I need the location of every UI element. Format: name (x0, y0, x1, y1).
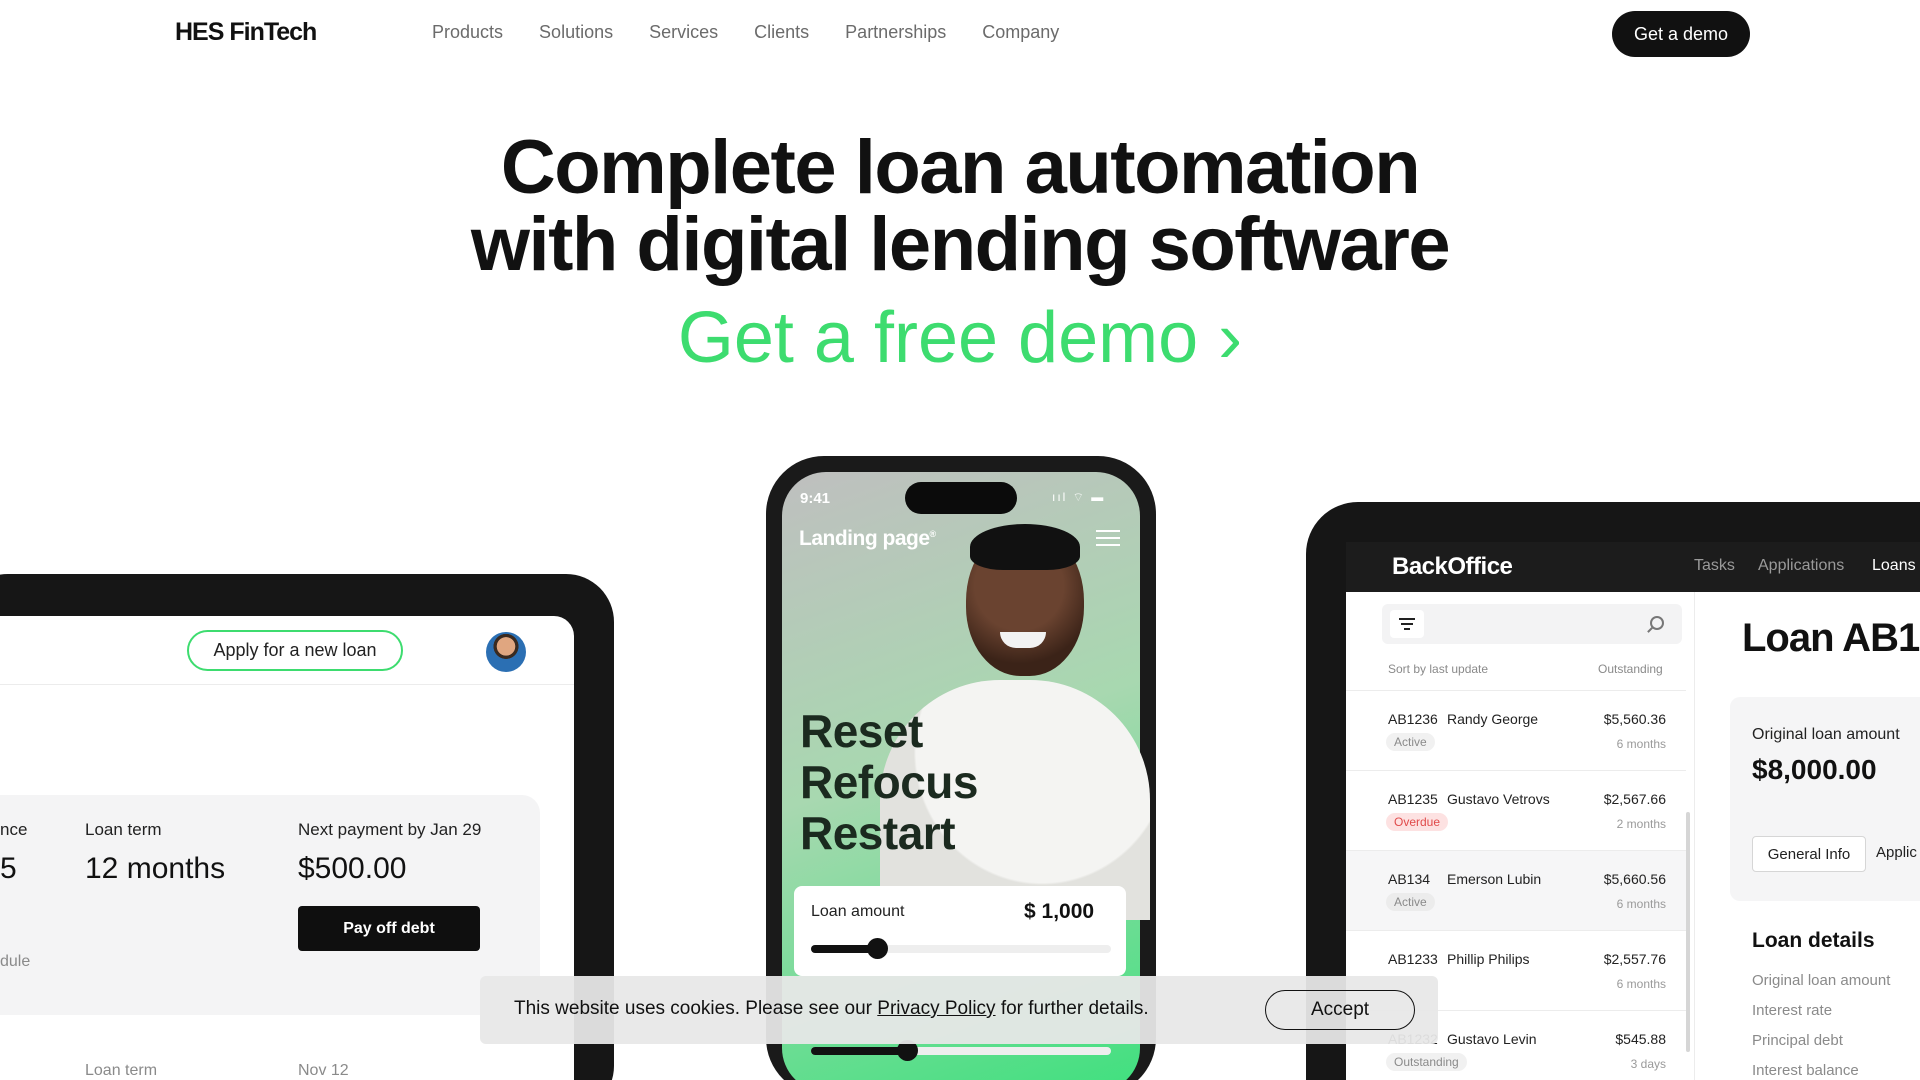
phone-clock: 9:41 (800, 490, 831, 507)
person-photo-hair (970, 524, 1080, 570)
search-input[interactable] (1382, 604, 1682, 644)
nav-link-clients[interactable]: Clients (754, 22, 809, 43)
tab-general-info[interactable]: General Info (1752, 836, 1866, 872)
privacy-policy-link[interactable]: Privacy Policy (877, 998, 995, 1019)
borrower-name: Randy George (1447, 711, 1539, 727)
get-a-demo-button[interactable]: Get a demo (1612, 11, 1750, 57)
nav-link-company[interactable]: Company (982, 22, 1059, 43)
tab-applications-detail[interactable]: Applic (1876, 844, 1917, 861)
hero-heading-line-1: Complete loan automation (500, 125, 1421, 210)
original-amount-value: $8,000.00 (1752, 754, 1877, 785)
cookie-text-after: for further details. (995, 998, 1149, 1019)
tab-tasks[interactable]: Tasks (1694, 557, 1735, 575)
phone-headline-3: Restart (800, 807, 956, 859)
borrower-name: Gustavo Levin (1447, 1031, 1537, 1047)
search-icon[interactable] (1650, 616, 1664, 630)
table-row[interactable]: AB1236 Randy George $5,560.36 Active 6 m… (1346, 690, 1686, 770)
list-scrollbar[interactable] (1686, 812, 1690, 1052)
next-payment-value: $500.00 (298, 852, 407, 885)
loan-id: AB1233 (1388, 951, 1438, 967)
status-badge: Outstanding (1386, 1053, 1467, 1071)
loan-detail-item: Original loan amount (1752, 972, 1891, 989)
outstanding-amount: $2,567.66 (1603, 791, 1666, 807)
dynamic-island (905, 482, 1017, 514)
borrower-name: Gustavo Vetrovs (1447, 791, 1550, 807)
sort-label[interactable]: Sort by last update (1388, 662, 1488, 676)
loan-term-label: Loan term (85, 820, 162, 839)
phone-headline-1: Reset (800, 705, 923, 757)
loan-term: 6 months (1616, 737, 1666, 751)
nav-link-services[interactable]: Services (649, 22, 718, 43)
top-navigation: HES FinTech Products Solutions Services … (0, 0, 1920, 68)
payment-date-2: Nov 12 (298, 1062, 349, 1079)
loan-term: 6 months (1616, 977, 1666, 991)
get-free-demo-link[interactable]: Get a free demo › (0, 296, 1920, 380)
loan-id: AB1236 (1388, 711, 1438, 727)
nav-link-partnerships[interactable]: Partnerships (845, 22, 946, 43)
pay-off-debt-button[interactable]: Pay off debt (298, 906, 480, 951)
accept-cookies-button[interactable]: Accept (1265, 990, 1415, 1030)
loan-amount-label: Loan amount (811, 903, 905, 920)
status-badge: Overdue (1386, 813, 1449, 831)
phone-headline-2: Refocus (800, 756, 978, 808)
brand-logo[interactable]: HES FinTech (175, 18, 317, 47)
status-badge: Active (1386, 733, 1435, 751)
loan-term-label-2: Loan term (85, 1062, 158, 1079)
get-free-demo-label: Get a free demo (677, 298, 1199, 378)
status-badge: Active (1386, 893, 1435, 911)
avatar[interactable] (486, 632, 526, 672)
apply-new-loan-button[interactable]: Apply for a new loan (187, 630, 403, 671)
divider (0, 684, 574, 685)
loan-amount-value: $ 1,000 (1024, 900, 1095, 923)
hamburger-menu-icon[interactable] (1096, 530, 1120, 546)
secondary-slider-fill (811, 1047, 907, 1055)
table-row[interactable]: AB1235 Gustavo Vetrovs $2,567.66 Overdue… (1346, 770, 1686, 850)
loan-term: 6 months (1616, 897, 1666, 911)
nav-link-products[interactable]: Products (432, 22, 503, 43)
partial-balance-value: 5 (0, 852, 17, 885)
loan-amount-slider-handle[interactable] (867, 938, 888, 959)
schedule-link[interactable]: dule (0, 953, 30, 971)
filter-icon[interactable] (1390, 610, 1424, 638)
table-row[interactable]: AB134 Emerson Lubin $5,660.56 Active 6 m… (1346, 850, 1686, 930)
nav-link-solutions[interactable]: Solutions (539, 22, 613, 43)
outstanding-amount: $5,560.36 (1603, 711, 1666, 727)
backoffice-title: BackOffice (1392, 553, 1513, 580)
hero-heading-line-2: with digital lending software (470, 202, 1451, 287)
chevron-right-icon: › (1218, 298, 1243, 378)
loan-term: 2 months (1616, 817, 1666, 831)
tab-loans[interactable]: Loans (1872, 557, 1916, 575)
borrower-name: Phillip Philips (1447, 951, 1530, 967)
loan-term: 3 days (1630, 1057, 1666, 1071)
loan-id: AB134 (1388, 871, 1431, 887)
loan-term-value: 12 months (85, 852, 226, 885)
nav-links: Products Solutions Services Clients Part… (432, 22, 1095, 43)
outstanding-amount: $5,660.56 (1603, 871, 1666, 887)
tab-applications[interactable]: Applications (1758, 557, 1844, 575)
phone-page-title-text: Landing page (799, 527, 930, 550)
loan-id: AB1235 (1388, 791, 1438, 807)
loan-detail-heading: Loan AB1 (1742, 616, 1920, 660)
loan-details-heading: Loan details (1752, 929, 1875, 952)
outstanding-column-label: Outstanding (1598, 662, 1663, 676)
cookie-message: This website uses cookies. Please see ou… (514, 998, 1149, 1020)
next-payment-label: Next payment by Jan 29 (298, 820, 482, 839)
cookie-text-before: This website uses cookies. Please see ou… (514, 998, 878, 1019)
phone-page-title: Landing page® (799, 527, 936, 551)
loan-detail-item: Interest rate (1752, 1002, 1833, 1019)
original-amount-label: Original loan amount (1752, 726, 1900, 743)
outstanding-amount: $545.88 (1615, 1031, 1666, 1047)
signal-wifi-battery-icon: ııl ⌔ ▬ (1052, 490, 1106, 504)
outstanding-amount: $2,557.76 (1603, 951, 1666, 967)
borrower-name: Emerson Lubin (1447, 871, 1542, 887)
partial-balance-label: nce (0, 820, 28, 839)
registered-mark: ® (929, 529, 937, 539)
loan-detail-item: Interest balance (1752, 1062, 1859, 1079)
loan-detail-item: Principal debt (1752, 1032, 1843, 1049)
